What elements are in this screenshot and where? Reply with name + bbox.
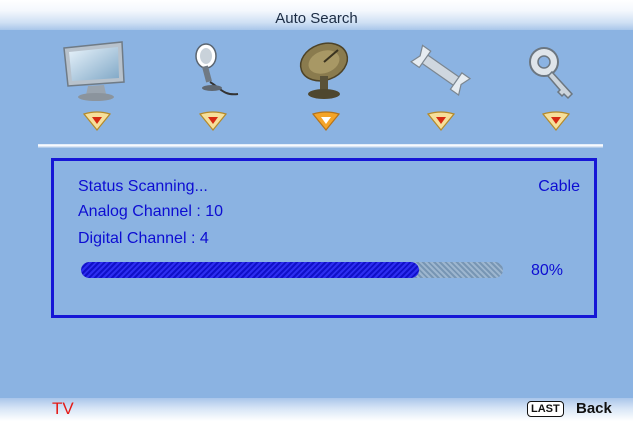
selector-down-icon[interactable] — [198, 110, 228, 132]
selector-down-icon[interactable] — [82, 110, 112, 132]
digital-channel-count: Digital Channel : 4 — [78, 230, 209, 247]
satellite-dish-icon[interactable] — [290, 38, 360, 104]
selector-down-icon[interactable] — [426, 110, 456, 132]
page-title: Auto Search — [275, 10, 358, 27]
title-bar: Auto Search — [0, 0, 633, 30]
monitor-icon[interactable] — [60, 38, 130, 104]
scan-progress-bar — [81, 262, 503, 278]
key-icon[interactable] — [520, 38, 590, 104]
scan-status-panel: Status Scanning... Cable Analog Channel … — [51, 158, 597, 318]
scan-progress-percent: 80% — [531, 262, 564, 279]
input-source-label: TV — [52, 399, 74, 418]
auto-search-screen: Auto Search Status Scanning... Cable Ana… — [0, 0, 633, 421]
menu-selector-row — [0, 110, 633, 134]
wrench-icon[interactable] — [405, 38, 475, 104]
selector-down-icon[interactable] — [541, 110, 571, 132]
last-key-icon[interactable]: LAST — [527, 401, 564, 417]
microphone-icon[interactable] — [180, 38, 250, 104]
analog-channel-count: Analog Channel : 10 — [78, 203, 223, 220]
selector-down-icon-active[interactable] — [311, 110, 341, 132]
divider — [38, 144, 603, 148]
status-text: Status Scanning... — [78, 178, 208, 195]
menu-icon-row — [0, 38, 633, 108]
scan-mode-label: Cable — [538, 178, 580, 195]
scan-progress-fill — [81, 262, 419, 278]
back-button[interactable]: Back — [576, 400, 612, 417]
footer-bar: TV LAST Back — [0, 398, 633, 421]
